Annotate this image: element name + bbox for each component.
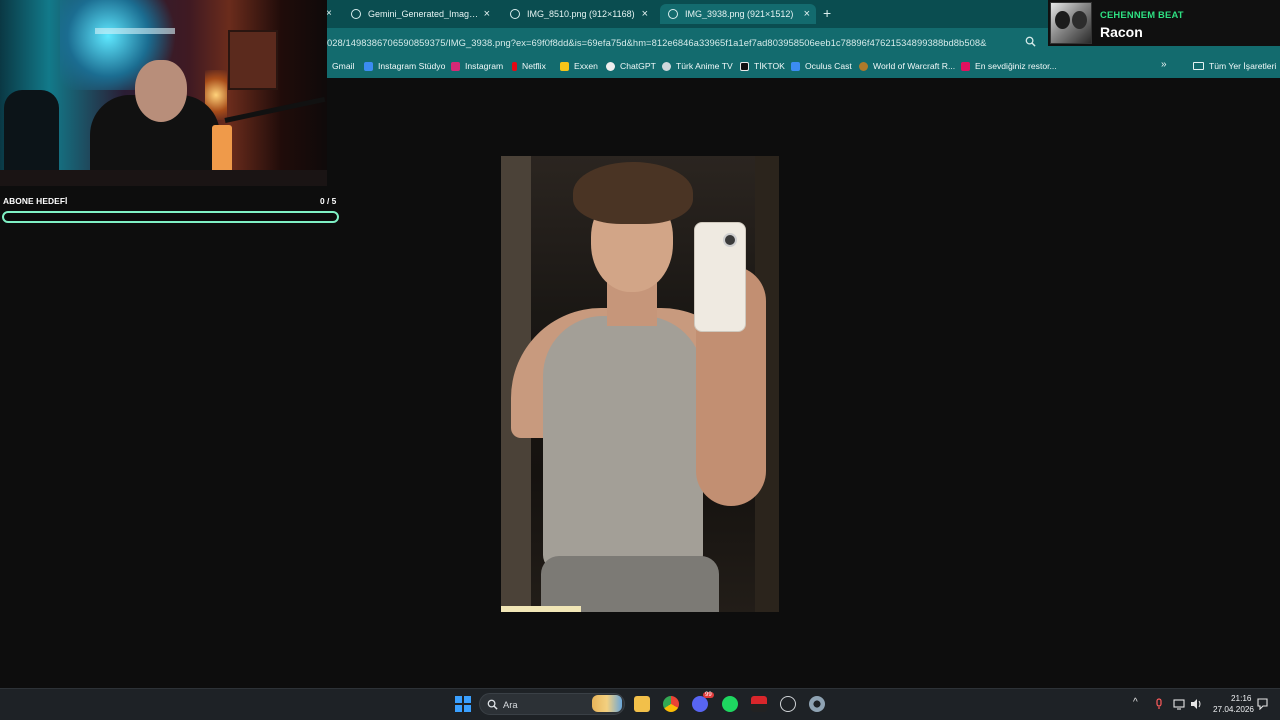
bookmark-turk-anime-tv[interactable]: Türk Anime TV	[662, 61, 733, 71]
folder-icon	[1193, 62, 1204, 70]
tab-img-8510[interactable]: IMG_8510.png (912×1168) ×	[502, 4, 654, 24]
bookmark-restaurant[interactable]: En sevdiğiniz restor...	[961, 61, 1057, 71]
bookmark-label: Netflix	[522, 61, 546, 71]
clock-app-icon[interactable]	[780, 696, 796, 712]
bookmark-exxen[interactable]: Exxen	[560, 61, 598, 71]
search-placeholder: Ara	[503, 699, 518, 710]
new-tab-button[interactable]: +	[823, 5, 831, 21]
meta-icon	[791, 61, 800, 71]
tray-overflow-button[interactable]: ^	[1133, 697, 1138, 708]
chatgpt-icon	[606, 61, 615, 71]
subscriber-goal-progress	[2, 211, 339, 223]
bookmark-chatgpt[interactable]: ChatGPT	[606, 61, 656, 71]
bookmarks-more-button[interactable]: »	[1161, 59, 1167, 70]
game-launcher-icon[interactable]	[751, 696, 767, 712]
anime-icon	[662, 61, 671, 71]
zoom-icon[interactable]	[1025, 36, 1036, 47]
bookmark-label: TİKTOK	[754, 61, 785, 71]
bookmark-label: Oculus Cast	[805, 61, 852, 71]
displayed-photo[interactable]	[501, 156, 779, 612]
netflix-icon	[512, 61, 517, 71]
bookmark-label: Gmail	[332, 61, 355, 71]
volume-icon[interactable]	[1190, 698, 1202, 710]
tab-title: IMG_3938.png (921×1512)	[685, 9, 794, 19]
microphone-icon[interactable]	[1153, 698, 1165, 710]
wow-icon	[859, 61, 868, 71]
bookmark-label: World of Warcraft R...	[873, 61, 956, 71]
chrome-icon[interactable]	[663, 696, 679, 712]
tab-title: IMG_8510.png (912×1168)	[527, 9, 635, 19]
globe-icon	[668, 9, 678, 19]
tiktok-icon	[740, 61, 749, 71]
bookmark-gmail[interactable]: Gmail	[332, 61, 354, 71]
bookmark-world-of-warcraft[interactable]: World of Warcraft R...	[859, 61, 955, 71]
bookmark-netflix[interactable]: Netflix	[512, 61, 546, 71]
track-artist: Racon	[1100, 24, 1143, 40]
instagram-icon	[451, 61, 460, 71]
bookmark-label: Türk Anime TV	[676, 61, 733, 71]
tab-gemini-image[interactable]: Gemini_Generated_Image_oe9 ×	[343, 4, 496, 24]
file-explorer-icon[interactable]	[634, 696, 650, 712]
subscriber-goal-label: ABONE HEDEFİ	[3, 196, 68, 206]
discord-badge: 99	[703, 692, 714, 698]
webcam-overlay	[0, 0, 327, 186]
bookmark-instagram-studio[interactable]: Instagram Stüdyo	[364, 61, 445, 71]
discord-icon[interactable]	[692, 696, 708, 712]
meta-icon	[364, 61, 373, 71]
globe-icon	[351, 9, 361, 19]
tab-close-icon[interactable]: ×	[484, 8, 490, 20]
yemeksepeti-icon	[961, 61, 970, 71]
bookmark-label: Exxen	[574, 61, 598, 71]
search-icon	[487, 699, 498, 710]
bookmark-oculus-cast[interactable]: Oculus Cast	[791, 61, 852, 71]
clock-date[interactable]: 27.04.2026	[1213, 705, 1254, 714]
screen: × Gemini_Generated_Image_oe9 × IMG_8510.…	[0, 0, 1280, 720]
globe-icon	[510, 9, 520, 19]
search-highlight-icon	[592, 695, 622, 712]
clock-time[interactable]: 21:16	[1231, 694, 1252, 703]
tab-title: Gemini_Generated_Image_oe9	[368, 9, 480, 19]
url-text[interactable]: 028/1498386706590859375/IMG_3938.png?ex=…	[327, 37, 986, 48]
exxen-icon	[560, 61, 569, 71]
settings-icon[interactable]	[809, 696, 825, 712]
now-playing-widget: CEHENNEM BEAT Racon	[1048, 0, 1280, 46]
bookmark-label: Instagram	[465, 61, 504, 71]
start-icon[interactable]	[455, 696, 471, 712]
notification-icon[interactable]	[1257, 698, 1268, 710]
tab-close-icon[interactable]: ×	[642, 8, 648, 20]
track-title: CEHENNEM BEAT	[1100, 9, 1184, 20]
spotify-icon[interactable]	[722, 696, 738, 712]
bookmark-instagram[interactable]: Instagram	[451, 61, 503, 71]
tab-close-icon[interactable]: ×	[804, 8, 810, 20]
bookmark-label: Instagram Stüdyo	[378, 61, 446, 71]
album-art	[1050, 2, 1092, 44]
bookmark-tiktok[interactable]: TİKTOK	[740, 61, 785, 71]
all-bookmarks-label: Tüm Yer İşaretleri	[1209, 61, 1277, 71]
network-icon[interactable]	[1173, 698, 1185, 710]
tab-img-3938[interactable]: IMG_3938.png (921×1512) ×	[660, 4, 816, 24]
bookmark-label: En sevdiğiniz restor...	[975, 61, 1057, 71]
bookmark-label: ChatGPT	[620, 61, 656, 71]
all-bookmarks-folder[interactable]: Tüm Yer İşaretleri	[1193, 61, 1276, 71]
subscriber-goal-count: 0 / 5	[320, 196, 337, 206]
